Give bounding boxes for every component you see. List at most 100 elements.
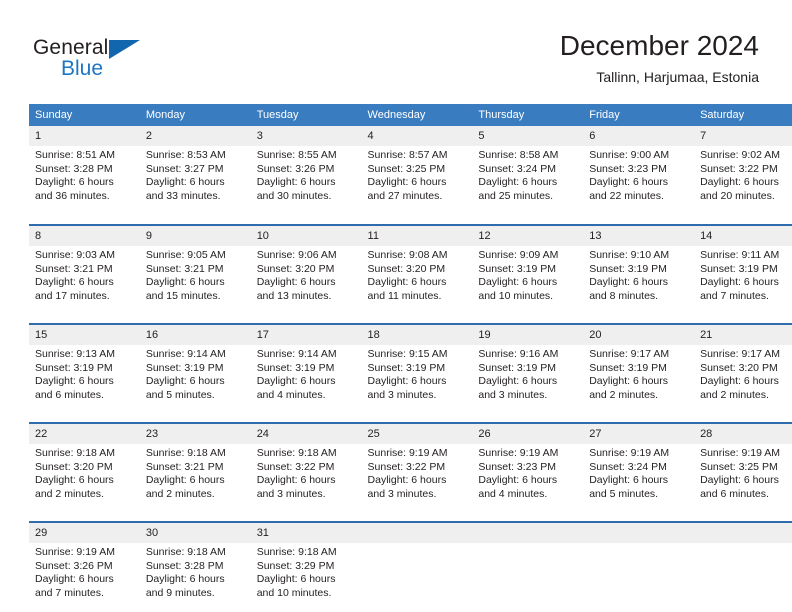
- day-info-daylight2: and 3 minutes.: [256, 487, 326, 500]
- calendar-day-cell[interactable]: 21 Sunrise: 9:17 AM Sunset: 3:20 PM Dayligh…: [694, 323, 792, 412]
- calendar-day-cell[interactable]: 17 Sunrise: 9:14 AM Sunset: 3:19 PM Dayligh…: [250, 323, 362, 412]
- day-info-daylight1: Daylight: 6 hours: [589, 276, 669, 289]
- day-info-sunrise: Sunrise: 9:08 AM: [367, 249, 448, 261]
- week-spacer: [29, 412, 792, 423]
- day-info-sunset: Sunset: 3:26 PM: [256, 162, 335, 175]
- calendar-day-cell[interactable]: 9 Sunrise: 9:05 AM Sunset: 3:21 PM Daylight…: [139, 224, 251, 313]
- calendar-day-cell-empty: [361, 521, 473, 610]
- calendar-day-cell[interactable]: 30 Sunrise: 9:18 AM Sunset: 3:28 PM Dayligh…: [139, 521, 251, 610]
- calendar-day-cell[interactable]: 25 Sunrise: 9:19 AM Sunset: 3:22 PM Dayligh…: [361, 422, 473, 511]
- calendar-day-cell[interactable]: 23 Sunrise: 9:18 AM Sunset: 3:21 PM Dayligh…: [139, 422, 251, 511]
- day-info-daylight1: Daylight: 6 hours: [256, 474, 336, 487]
- week-spacer: [29, 313, 792, 324]
- calendar-day-cell[interactable]: 11 Sunrise: 9:08 AM Sunset: 3:20 PM Dayligh…: [361, 224, 473, 313]
- calendar-day-cell[interactable]: 26 Sunrise: 9:19 AM Sunset: 3:23 PM Dayligh…: [472, 422, 584, 511]
- day-number: 10: [250, 226, 362, 246]
- day-info-daylight2: and 5 minutes.: [145, 388, 215, 401]
- day-info-daylight1: Daylight: 6 hours: [145, 573, 225, 586]
- calendar-day-cell[interactable]: 7 Sunrise: 9:02 AM Sunset: 3:22 PM Daylight…: [694, 126, 792, 214]
- day-info-daylight2: and 17 minutes.: [35, 289, 110, 302]
- day-number: 29: [29, 523, 140, 543]
- day-info-daylight2: and 4 minutes.: [256, 388, 326, 401]
- day-info-daylight2: and 9 minutes.: [145, 586, 215, 599]
- day-info-daylight1: Daylight: 6 hours: [145, 276, 225, 289]
- day-info-sunset: Sunset: 3:19 PM: [367, 361, 446, 374]
- day-info-daylight2: and 22 minutes.: [589, 189, 664, 202]
- day-info-sunrise: Sunrise: 9:19 AM: [35, 546, 115, 558]
- calendar-day-cell[interactable]: 13 Sunrise: 9:10 AM Sunset: 3:19 PM Dayligh…: [583, 224, 695, 313]
- calendar-day-cell[interactable]: 1 Sunrise: 8:51 AM Sunset: 3:28 PM Daylight…: [29, 126, 140, 214]
- day-info: Sunrise: 9:17 AM Sunset: 3:20 PM Daylight:…: [694, 345, 792, 403]
- week-spacer-cell: [29, 214, 792, 225]
- calendar-day-cell-empty: [472, 521, 584, 610]
- day-info: Sunrise: 9:13 AM Sunset: 3:19 PM Daylight:…: [29, 345, 140, 403]
- day-info: Sunrise: 8:55 AM Sunset: 3:26 PM Daylight:…: [250, 146, 362, 204]
- day-info: Sunrise: 9:19 AM Sunset: 3:22 PM Daylight:…: [361, 444, 473, 502]
- day-info-daylight2: and 10 minutes.: [478, 289, 554, 302]
- day-info-daylight2: and 3 minutes.: [367, 487, 437, 500]
- day-info-sunset: Sunset: 3:22 PM: [367, 460, 446, 473]
- day-info-sunset: Sunset: 3:19 PM: [256, 361, 335, 374]
- day-info-sunrise: Sunrise: 9:19 AM: [589, 447, 670, 459]
- day-info: Sunrise: 9:19 AM Sunset: 3:23 PM Daylight:…: [472, 444, 584, 502]
- day-info-daylight2: and 2 minutes.: [589, 388, 659, 401]
- calendar-day-cell[interactable]: 29 Sunrise: 9:19 AM Sunset: 3:26 PM Dayligh…: [29, 521, 140, 610]
- day-info-daylight2: and 11 minutes.: [367, 289, 442, 302]
- day-info-sunset: Sunset: 3:20 PM: [367, 262, 446, 275]
- day-info-sunrise: Sunrise: 9:17 AM: [589, 348, 670, 360]
- calendar-day-cell[interactable]: 4 Sunrise: 8:57 AM Sunset: 3:25 PM Daylight…: [361, 126, 473, 214]
- calendar-day-cell[interactable]: 14 Sunrise: 9:11 AM Sunset: 3:19 PM Dayligh…: [694, 224, 792, 313]
- calendar-day-cell[interactable]: 3 Sunrise: 8:55 AM Sunset: 3:26 PM Daylight…: [250, 126, 362, 214]
- day-info-sunrise: Sunrise: 9:09 AM: [478, 249, 559, 261]
- day-info-daylight2: and 27 minutes.: [367, 189, 443, 202]
- day-info-daylight1: Daylight: 6 hours: [589, 176, 669, 189]
- day-info-sunset: Sunset: 3:24 PM: [478, 162, 557, 175]
- day-info-sunset: Sunset: 3:29 PM: [256, 559, 335, 572]
- brand-logo[interactable]: General Blue: [33, 36, 263, 88]
- day-info-sunrise: Sunrise: 9:16 AM: [478, 348, 559, 360]
- calendar-day-cell[interactable]: 15 Sunrise: 9:13 AM Sunset: 3:19 PM Dayligh…: [29, 323, 140, 412]
- calendar-day-cell[interactable]: 18 Sunrise: 9:15 AM Sunset: 3:19 PM Dayligh…: [361, 323, 473, 412]
- day-info-daylight2: and 2 minutes.: [145, 487, 215, 500]
- day-info-daylight2: and 6 minutes.: [35, 388, 104, 401]
- day-info-sunrise: Sunrise: 9:02 AM: [700, 149, 781, 161]
- day-info-daylight1: Daylight: 6 hours: [35, 573, 114, 586]
- calendar-day-cell[interactable]: 16 Sunrise: 9:14 AM Sunset: 3:19 PM Dayligh…: [139, 323, 251, 412]
- day-info: Sunrise: 9:02 AM Sunset: 3:22 PM Daylight:…: [694, 146, 792, 204]
- day-number: 4: [361, 126, 473, 146]
- calendar-day-cell[interactable]: 12 Sunrise: 9:09 AM Sunset: 3:19 PM Dayligh…: [472, 224, 584, 313]
- day-number: 23: [139, 424, 251, 444]
- calendar-day-cell[interactable]: 2 Sunrise: 8:53 AM Sunset: 3:27 PM Daylight…: [139, 126, 251, 214]
- calendar-day-cell[interactable]: 24 Sunrise: 9:18 AM Sunset: 3:22 PM Dayligh…: [250, 422, 362, 511]
- day-info-sunset: Sunset: 3:19 PM: [589, 361, 667, 374]
- day-info-daylight1: Daylight: 6 hours: [589, 375, 669, 388]
- day-number: 13: [583, 226, 695, 246]
- calendar-day-cell[interactable]: 31 Sunrise: 9:18 AM Sunset: 3:29 PM Dayligh…: [250, 521, 362, 610]
- calendar-week-row: 8 Sunrise: 9:03 AM Sunset: 3:21 PM Daylight…: [29, 224, 792, 313]
- calendar-day-cell[interactable]: 8 Sunrise: 9:03 AM Sunset: 3:21 PM Daylight…: [29, 224, 140, 313]
- day-info-sunrise: Sunrise: 9:05 AM: [145, 249, 226, 261]
- day-info: Sunrise: 9:05 AM Sunset: 3:21 PM Daylight:…: [139, 246, 251, 304]
- day-info-sunset: Sunset: 3:20 PM: [256, 262, 335, 275]
- calendar-day-cell[interactable]: 10 Sunrise: 9:06 AM Sunset: 3:20 PM Dayligh…: [250, 224, 362, 313]
- calendar-day-cell[interactable]: 22 Sunrise: 9:18 AM Sunset: 3:20 PM Dayligh…: [29, 422, 140, 511]
- day-info: Sunrise: 9:18 AM Sunset: 3:28 PM Daylight:…: [139, 543, 251, 601]
- calendar-day-cell[interactable]: 6 Sunrise: 9:00 AM Sunset: 3:23 PM Daylight…: [583, 126, 695, 214]
- day-info-daylight1: Daylight: 6 hours: [700, 474, 779, 487]
- day-info: Sunrise: 9:16 AM Sunset: 3:19 PM Daylight:…: [472, 345, 584, 403]
- day-info-daylight1: Daylight: 6 hours: [478, 474, 558, 487]
- calendar-day-cell[interactable]: 27 Sunrise: 9:19 AM Sunset: 3:24 PM Dayligh…: [583, 422, 695, 511]
- calendar-day-cell[interactable]: 19 Sunrise: 9:16 AM Sunset: 3:19 PM Dayligh…: [472, 323, 584, 412]
- day-info: Sunrise: 9:11 AM Sunset: 3:19 PM Daylight:…: [694, 246, 792, 304]
- day-info-daylight2: and 25 minutes.: [478, 189, 554, 202]
- calendar-day-cell[interactable]: 20 Sunrise: 9:17 AM Sunset: 3:19 PM Dayligh…: [583, 323, 695, 412]
- day-info-sunset: Sunset: 3:23 PM: [589, 162, 667, 175]
- calendar-day-cell[interactable]: 5 Sunrise: 8:58 AM Sunset: 3:24 PM Daylight…: [472, 126, 584, 214]
- day-info-sunset: Sunset: 3:21 PM: [145, 460, 224, 473]
- day-info-daylight2: and 15 minutes.: [145, 289, 221, 302]
- day-info: [361, 543, 473, 546]
- day-number: 24: [250, 424, 362, 444]
- calendar-day-cell[interactable]: 28 Sunrise: 9:19 AM Sunset: 3:25 PM Dayligh…: [694, 422, 792, 511]
- week-spacer-cell: [29, 511, 792, 522]
- day-info-sunrise: Sunrise: 9:18 AM: [145, 447, 226, 459]
